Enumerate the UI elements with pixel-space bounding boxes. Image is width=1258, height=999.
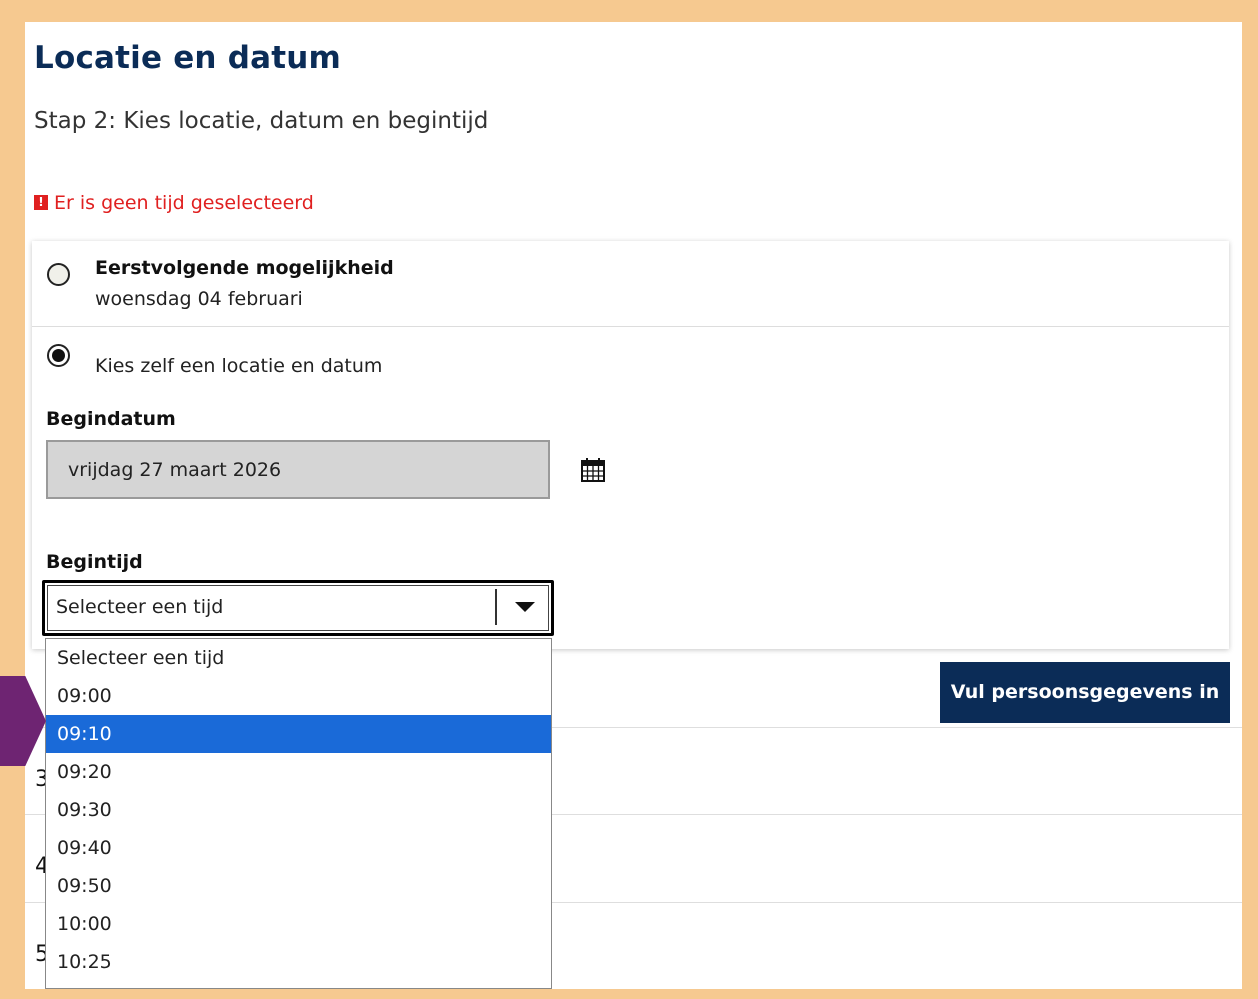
starttime-value: Selecteer een tijd (56, 596, 224, 618)
radio-first-available[interactable] (47, 263, 70, 286)
time-option[interactable]: 09:30 (46, 791, 551, 829)
option-custom-label: Kies zelf een locatie en datum (95, 355, 383, 377)
time-option[interactable]: 10:00 (46, 905, 551, 943)
option-first-available[interactable]: Eerstvolgende mogelijkheid woensdag 04 f… (32, 241, 1229, 326)
time-option[interactable]: 09:40 (46, 829, 551, 867)
page-subtitle: Stap 2: Kies locatie, datum en begintijd (34, 108, 489, 134)
calendar-icon[interactable] (580, 457, 606, 483)
time-option[interactable]: 09:00 (46, 677, 551, 715)
startdate-label: Begindatum (46, 408, 176, 430)
chevron-down-icon[interactable] (515, 602, 535, 612)
time-option[interactable]: Selecteer een tijd (46, 639, 551, 677)
main-panel: Locatie en datum Stap 2: Kies locatie, d… (25, 22, 1242, 989)
option-first-date: woensdag 04 februari (95, 288, 303, 310)
select-separator (495, 589, 497, 625)
starttime-label: Begintijd (46, 551, 143, 573)
option-custom[interactable]: Kies zelf een locatie en datum (32, 327, 1229, 387)
next-button[interactable]: Vul persoonsgegevens in (940, 662, 1230, 723)
starttime-dropdown-list[interactable]: Selecteer een tijd 09:00 09:10 09:20 09:… (45, 638, 552, 989)
starttime-select[interactable]: Selecteer een tijd (42, 580, 554, 636)
startdate-field[interactable]: vrijdag 27 maart 2026 (46, 440, 550, 499)
page-title: Locatie en datum (34, 40, 341, 76)
time-option-highlighted[interactable]: 09:10 (46, 715, 551, 753)
location-card: Eerstvolgende mogelijkheid woensdag 04 f… (32, 241, 1229, 649)
error-text: Er is geen tijd geselecteerd (54, 192, 314, 214)
error-icon: ! (34, 195, 48, 210)
time-option[interactable]: 09:50 (46, 867, 551, 905)
time-option[interactable]: 10:25 (46, 943, 551, 981)
option-first-title: Eerstvolgende mogelijkheid (95, 257, 394, 279)
time-option[interactable]: 09:20 (46, 753, 551, 791)
error-message: ! Er is geen tijd geselecteerd (34, 192, 314, 214)
startdate-value: vrijdag 27 maart 2026 (68, 459, 282, 481)
radio-selected-dot (52, 349, 65, 362)
radio-custom[interactable] (47, 344, 70, 367)
